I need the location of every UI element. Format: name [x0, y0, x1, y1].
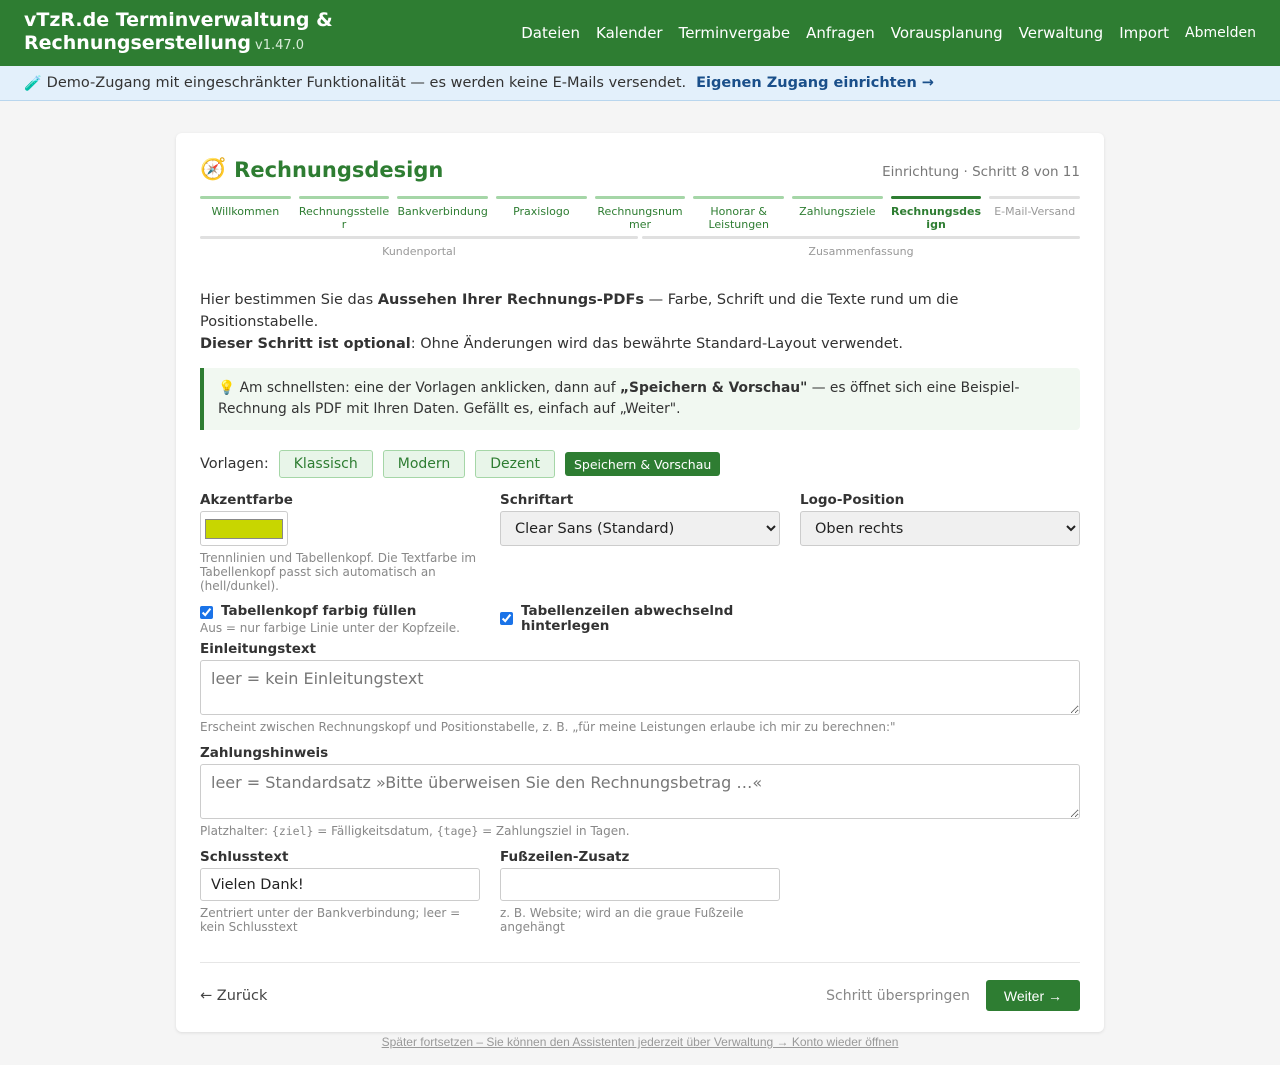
- skip-step-link[interactable]: Schritt überspringen: [826, 988, 970, 1004]
- main-nav: Dateien Kalender Terminvergabe Anfragen …: [521, 24, 1256, 42]
- step-bankverbindung[interactable]: Bankverbindung: [397, 196, 489, 231]
- demo-banner: 🧪 Demo-Zugang mit eingeschränkter Funkti…: [0, 66, 1280, 101]
- app-version: v1.47.0: [255, 38, 305, 53]
- footer-add-input[interactable]: [500, 868, 780, 901]
- step-email-versand[interactable]: E-Mail-Versand: [989, 196, 1081, 231]
- step-zahlungsziele[interactable]: Zahlungsziele: [792, 196, 883, 231]
- app-title-line2: Rechnungserstellung: [24, 32, 252, 54]
- closing-help: Zentriert unter der Bankverbindung; leer…: [200, 906, 461, 934]
- fill-header-help: Aus = nur farbige Linie unter der Kopfze…: [200, 621, 460, 635]
- step-rechnungsnummer[interactable]: Rechnungsnummer: [594, 196, 686, 231]
- demo-text: Demo-Zugang mit eingeschränkter Funktion…: [46, 75, 687, 91]
- later-row: Später fortsetzen – Sie können den Assis…: [200, 1031, 1080, 1050]
- template-row: Vorlagen: Klassisch Modern Dezent Speich…: [200, 450, 1080, 478]
- step-honorar[interactable]: Honorar & Leistungen: [693, 196, 785, 231]
- nav-vorausplanung[interactable]: Vorausplanung: [891, 24, 1003, 42]
- step-rechnungsdesign[interactable]: Rechnungsdesign: [890, 196, 982, 231]
- nav-dateien[interactable]: Dateien: [521, 24, 580, 42]
- fill-header-checkbox[interactable]: [200, 606, 213, 619]
- create-account-link[interactable]: Eigenen Zugang einrichten →: [696, 75, 934, 91]
- wizard-steps: Willkommen Rechnungssteller Bankverbindu…: [200, 196, 1081, 231]
- closing-input[interactable]: [200, 868, 480, 901]
- logout-link[interactable]: Abmelden: [1185, 25, 1256, 41]
- nav-import[interactable]: Import: [1119, 24, 1169, 42]
- step-rechnungssteller[interactable]: Rechnungssteller: [298, 196, 390, 231]
- nav-verwaltung[interactable]: Verwaltung: [1019, 24, 1104, 42]
- continue-later-link[interactable]: Später fortsetzen – Sie können den Assis…: [382, 1035, 899, 1049]
- flask-icon: 🧪: [24, 75, 43, 92]
- next-button[interactable]: Weiter →: [985, 980, 1080, 1011]
- divider: [200, 962, 1080, 963]
- payment-help: Platzhalter: {ziel} = Fälligkeitsdatum, …: [200, 824, 630, 838]
- nav-terminvergabe[interactable]: Terminvergabe: [679, 24, 791, 42]
- accent-color-swatch: [205, 518, 283, 539]
- quick-hint: 💡 Am schnellsten: eine der Vorlagen ankl…: [200, 368, 1080, 430]
- template-klassisch-button[interactable]: Klassisch: [278, 450, 373, 478]
- table-options-row: Tabellenkopf farbig füllen Aus = nur far…: [200, 604, 1080, 635]
- font-label: Schriftart: [500, 492, 574, 508]
- compass-icon: 🧭: [200, 157, 227, 181]
- app-title-line1: vTzR.de Terminverwaltung &: [24, 9, 333, 31]
- logo-position-label: Logo-Position: [800, 492, 905, 508]
- closing-row: Schlusstext Zentriert unter der Bankverb…: [200, 849, 1080, 934]
- alt-rows-checkbox[interactable]: [500, 612, 513, 625]
- closing-label: Schlusstext: [200, 849, 289, 865]
- intro-text-label: Einleitungstext: [200, 641, 317, 657]
- template-dezent-button[interactable]: Dezent: [475, 450, 555, 478]
- step-kundenportal[interactable]: Kundenportal: [200, 236, 638, 258]
- page-title-text: Rechnungsdesign: [234, 157, 444, 182]
- fill-header-option[interactable]: Tabellenkopf farbig füllen: [200, 604, 480, 619]
- nav-anfragen[interactable]: Anfragen: [806, 24, 875, 42]
- design-row: Akzentfarbe Trennlinien und Tabellenkopf…: [200, 492, 1080, 593]
- accent-label: Akzentfarbe: [200, 492, 293, 508]
- step-zusammenfassung[interactable]: Zusammenfassung: [642, 236, 1080, 258]
- wizard-actions: ← Zurück Schritt überspringen Weiter →: [200, 980, 1080, 1011]
- brand[interactable]: vTzR.de Terminverwaltung & Rechnungserst…: [24, 9, 333, 57]
- alt-rows-option[interactable]: Tabellenzeilen abwechselnd hinterlegen: [500, 604, 780, 634]
- step-willkommen[interactable]: Willkommen: [200, 196, 291, 231]
- lightbulb-icon: 💡: [218, 380, 236, 396]
- intro-text: Hier bestimmen Sie das Aussehen Ihrer Re…: [200, 292, 959, 352]
- footer-add-label: Fußzeilen-Zusatz: [500, 849, 630, 865]
- nav-kalender[interactable]: Kalender: [596, 24, 663, 42]
- template-modern-button[interactable]: Modern: [382, 450, 466, 478]
- font-select[interactable]: Clear Sans (Standard): [500, 511, 780, 546]
- wizard-card: 🧭 Rechnungsdesign Einrichtung · Schritt …: [176, 133, 1104, 1049]
- step-praxislogo[interactable]: Praxislogo: [496, 196, 587, 231]
- top-bar: vTzR.de Terminverwaltung & Rechnungserst…: [0, 0, 1280, 66]
- payment-textarea[interactable]: [200, 764, 1080, 819]
- back-link[interactable]: ← Zurück: [200, 988, 267, 1004]
- templates-label: Vorlagen:: [200, 456, 269, 472]
- payment-label: Zahlungshinweis: [200, 745, 329, 761]
- intro-textarea[interactable]: [200, 660, 1080, 715]
- wizard-steps-row2: Kundenportal Zusammenfassung: [200, 236, 1080, 258]
- save-preview-button[interactable]: Speichern & Vorschau: [565, 452, 721, 476]
- intro-text-help: Erscheint zwischen Rechnungskopf und Pos…: [200, 720, 896, 734]
- accent-color-picker[interactable]: [200, 511, 288, 546]
- page-title: 🧭 Rechnungsdesign: [200, 157, 443, 182]
- accent-help: Trennlinien und Tabellenkopf. Die Textfa…: [200, 551, 477, 593]
- logo-position-select[interactable]: Oben rechts: [800, 511, 1080, 546]
- step-indicator: Einrichtung · Schritt 8 von 11: [882, 164, 1080, 180]
- footer-add-help: z. B. Website; wird an die graue Fußzeil…: [500, 906, 744, 934]
